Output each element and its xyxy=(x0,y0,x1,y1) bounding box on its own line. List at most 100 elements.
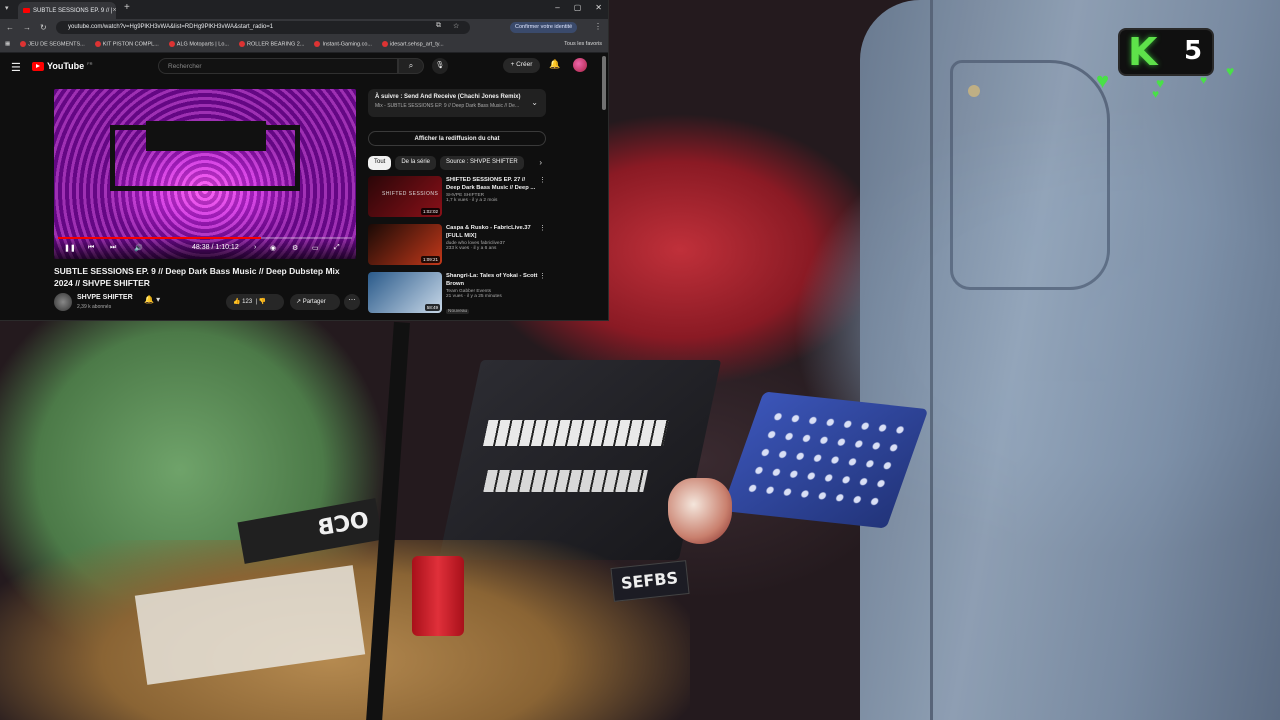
like-button[interactable]: 👍 123 | 👎 xyxy=(226,294,284,310)
heart-icon: ♥ xyxy=(1200,73,1208,87)
sidebar: À suivre : Send And Receive (Chachi Jone… xyxy=(368,89,546,314)
microphone-icon[interactable]: 🎙 xyxy=(432,58,448,74)
channel-name[interactable]: SHVPE SHIFTER xyxy=(77,294,133,301)
minimize-icon[interactable]: – xyxy=(555,3,559,12)
chips-next-icon[interactable]: › xyxy=(539,158,542,167)
recommendation-thumbnail[interactable]: 58:49 xyxy=(368,272,442,313)
bookmarks-bar: ▦ JEU DE SEGMENTS... KIT PISTON COMPL...… xyxy=(0,36,608,53)
next-icon[interactable]: ⏭ xyxy=(110,244,116,252)
channel-avatar[interactable] xyxy=(54,293,72,311)
heart-icon: ♥ xyxy=(1226,63,1235,79)
video-player[interactable]: ❚❚ ⏮ ⏭ 🔊 48:38 / 1:10:12 › ◉ ⚙ ▭ ⤢ xyxy=(54,89,356,259)
video-frame-block xyxy=(146,121,266,151)
chip-series[interactable]: De la série xyxy=(395,156,437,170)
kebab-menu-icon[interactable]: ⋮ xyxy=(539,224,546,232)
webcam-mask xyxy=(668,478,732,544)
up-next-subtitle: Mix - SUBTLE SESSIONS EP. 9 // Deep Dark… xyxy=(375,103,520,109)
recommendation-thumbnail[interactable]: SHIFTED SESSIONS 1:02:02 xyxy=(368,176,442,217)
user-avatar[interactable] xyxy=(573,58,587,72)
recommendation-item[interactable]: 58:49 Shangri-La: Tales of Yokai - Scott … xyxy=(368,272,546,314)
logo-region: FR xyxy=(87,61,93,66)
chat-replay-button[interactable]: Afficher la rediffusion du chat xyxy=(368,131,546,146)
recommendation-meta: 1,7 k vues · il y a 2 mois xyxy=(446,198,498,203)
previous-icon[interactable]: ⏮ xyxy=(88,244,94,252)
close-tab-icon[interactable]: × xyxy=(112,7,116,14)
reload-icon[interactable]: ↻ xyxy=(40,23,47,32)
chapters-chevron-icon[interactable]: › xyxy=(254,244,256,251)
heart-badge: K 5 xyxy=(1118,28,1214,76)
subscribe-bell-icon[interactable]: 🔔 ▾ xyxy=(144,295,160,304)
hamburger-menu-icon[interactable]: ☰ xyxy=(11,61,21,74)
create-button[interactable]: + Créer xyxy=(503,58,540,73)
search-icon[interactable]: ⌕ xyxy=(398,58,424,74)
maximize-icon[interactable]: ▢ xyxy=(574,3,582,12)
share-button[interactable]: ↗ Partager xyxy=(290,294,340,310)
bookmark-item[interactable]: idesart.sehsp_art_ty... xyxy=(381,40,444,47)
search-input[interactable]: Rechercher xyxy=(158,58,398,74)
heart-icon: ♥ xyxy=(1152,87,1160,101)
forward-icon[interactable]: → xyxy=(23,23,31,32)
identity-button[interactable]: Confirmer votre identité xyxy=(510,22,578,33)
ocb-text: OCB xyxy=(315,507,372,542)
sign-text: SEFBS xyxy=(620,568,679,593)
up-next-card[interactable]: À suivre : Send And Receive (Chachi Jone… xyxy=(368,89,546,117)
recommendation-item[interactable]: 1:09:21 Caspa & Rusko - FabricLive.37 [FU… xyxy=(368,224,546,266)
thumbnail-text: SHIFTED SESSIONS xyxy=(382,191,439,197)
kebab-menu-icon[interactable]: ⋮ xyxy=(539,272,546,280)
logo-text: YouTube xyxy=(47,61,85,71)
webcam-red-cup xyxy=(412,556,464,636)
recommendation-title: Shangri-La: Tales of Yokai - Scott Brown xyxy=(446,273,538,287)
recommendation-thumbnail[interactable]: 1:09:21 xyxy=(368,224,442,265)
close-window-icon[interactable]: ✕ xyxy=(595,3,602,12)
bookmark-item[interactable]: Instant-Gaming.co... xyxy=(314,40,372,47)
chip-source[interactable]: Source : SHVPE SHIFTER xyxy=(440,156,524,170)
bookmark-item[interactable]: ALG Motoparts | Lo... xyxy=(168,40,229,47)
recommendation-info: Caspa & Rusko - FabricLive.37 [FULL MIX]… xyxy=(446,224,538,266)
browser-window: ▾ SUBTLE SESSIONS EP. 9 // | × + – ▢ ✕ ←… xyxy=(0,0,608,320)
recommendation-title: Caspa & Rusko - FabricLive.37 [FULL MIX] xyxy=(446,225,531,239)
youtube-header: ☰ YouTube FR Rechercher ⌕ 🎙 + Créer 🔔 xyxy=(0,53,608,81)
bookmark-item[interactable]: KIT PISTON COMPL... xyxy=(94,40,159,47)
volume-icon[interactable]: 🔊 xyxy=(134,244,143,252)
bookmark-star-icon[interactable]: ☆ xyxy=(453,22,459,30)
miniplayer-icon[interactable]: ▭ xyxy=(312,244,319,252)
youtube-logo[interactable]: YouTube FR xyxy=(32,61,93,71)
recommendation-info: SHIFTED SESSIONS EP. 27 // Deep Dark Bas… xyxy=(446,176,538,218)
tab-search-icon[interactable]: ▾ xyxy=(5,4,9,12)
url-field[interactable]: youtube.com/watch?v=Hg9PlKH3vWA&list=RDH… xyxy=(56,21,470,34)
tab-bar: ▾ SUBTLE SESSIONS EP. 9 // | × + – ▢ ✕ xyxy=(0,0,608,19)
fullscreen-icon[interactable]: ⤢ xyxy=(334,244,340,252)
window-controls: – ▢ ✕ xyxy=(555,3,602,12)
share-label: Partager xyxy=(302,299,326,305)
stream-frame: OCB SEFBS K 5 ♥ ♥ ♥ ♥ ♥ ▾ SUBTLE SESSION… xyxy=(0,0,1280,720)
chip-all[interactable]: Tout xyxy=(368,156,392,170)
recommendation-list: SHIFTED SESSIONS 1:02:02 SHIFTED SESSIONS … xyxy=(368,176,546,314)
cast-icon[interactable]: ⧉ xyxy=(436,22,441,30)
scrollbar[interactable] xyxy=(602,56,606,110)
up-next-title: À suivre : Send And Receive (Chachi Jone… xyxy=(375,94,521,100)
channel-row: SHVPE SHIFTER 2,39 k abonnés 🔔 ▾ 👍 123 |… xyxy=(54,293,364,315)
heart-overlay: K 5 ♥ ♥ ♥ ♥ ♥ xyxy=(1096,28,1246,108)
all-bookmarks[interactable]: Tous les favoris xyxy=(564,41,602,47)
browser-menu-icon[interactable]: ⋮ xyxy=(594,22,602,31)
kebab-menu-icon[interactable]: ⋮ xyxy=(539,176,546,184)
recommendation-item[interactable]: SHIFTED SESSIONS 1:02:02 SHIFTED SESSIONS … xyxy=(368,176,546,218)
webcam-jeans xyxy=(860,0,1280,720)
chevron-down-icon[interactable]: ⌄ xyxy=(531,98,538,107)
new-badge: Nouveau xyxy=(446,309,470,314)
back-icon[interactable]: ← xyxy=(6,23,14,32)
notifications-bell-icon[interactable]: 🔔 xyxy=(549,59,560,70)
bookmark-item[interactable]: ROLLER BEARING 2... xyxy=(238,40,304,47)
browser-tab[interactable]: SUBTLE SESSIONS EP. 9 // | × xyxy=(18,2,116,19)
autoplay-icon[interactable]: ◉ xyxy=(270,244,276,252)
pause-icon[interactable]: ❚❚ xyxy=(64,244,76,252)
video-duration: 1:02:02 xyxy=(420,208,440,215)
apps-icon[interactable]: ▦ xyxy=(5,41,10,47)
new-tab-icon[interactable]: + xyxy=(124,2,130,13)
time-display: 48:38 / 1:10:12 xyxy=(192,244,239,251)
more-actions-icon[interactable]: ⋯ xyxy=(344,294,360,310)
like-count: 123 xyxy=(242,299,253,305)
bookmark-item[interactable]: JEU DE SEGMENTS... xyxy=(20,40,85,47)
recommendation-meta: 21 vues · il y a 25 minutes xyxy=(446,294,502,299)
settings-gear-icon[interactable]: ⚙ xyxy=(292,244,298,252)
